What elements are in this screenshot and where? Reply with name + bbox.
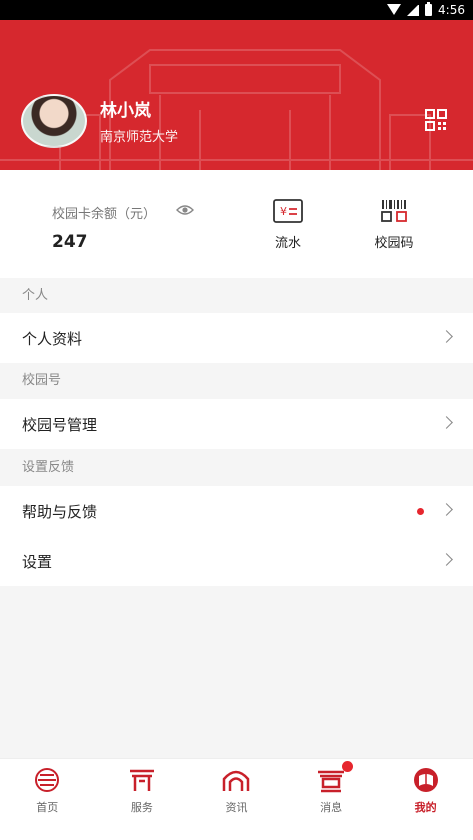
- news-icon: [223, 770, 250, 791]
- shortcut-label: 流水: [274, 236, 301, 251]
- profile-info-row[interactable]: 个人资料: [0, 313, 473, 363]
- home-icon: [35, 768, 60, 792]
- shortcut-label: 校园码: [374, 236, 414, 251]
- battery-icon: [425, 2, 433, 16]
- svg-text:¥: ¥: [280, 205, 287, 218]
- barcode-icon: [381, 200, 407, 222]
- bill-icon: ¥: [273, 199, 303, 223]
- nav-label: 资讯: [225, 801, 248, 814]
- chevron-right-icon: [440, 416, 453, 429]
- row-label: 设置: [22, 552, 53, 571]
- nav-news[interactable]: 资讯: [189, 759, 284, 840]
- nav-label: 服务: [130, 801, 153, 814]
- section-title-campus: 校园号: [0, 363, 473, 398]
- status-bar: 4:56: [0, 0, 473, 20]
- nav-label: 消息: [320, 801, 343, 814]
- avatar[interactable]: [21, 94, 87, 148]
- notification-dot: [417, 508, 424, 515]
- service-icon: [129, 769, 154, 791]
- message-icon: [318, 770, 345, 793]
- transactions-button[interactable]: ¥ 流水: [258, 198, 318, 251]
- nav-profile[interactable]: 我的: [378, 759, 473, 840]
- chevron-right-icon: [440, 330, 453, 343]
- qr-code-icon[interactable]: [424, 108, 448, 132]
- row-label: 个人资料: [22, 329, 83, 348]
- nav-label: 我的: [414, 801, 437, 814]
- profile-icon: [413, 768, 438, 792]
- status-time: 4:56: [438, 3, 465, 17]
- user-school: 南京师范大学: [100, 130, 179, 145]
- balance-value: 247: [52, 232, 88, 252]
- campus-account-row[interactable]: 校园号管理: [0, 399, 473, 449]
- nav-label: 首页: [36, 801, 59, 814]
- help-feedback-row[interactable]: 帮助与反馈: [0, 486, 473, 536]
- bottom-nav: 首页 服务 资讯 消息 我的: [0, 758, 473, 840]
- balance-label: 校园卡余额（元）: [52, 207, 157, 222]
- unread-badge: [341, 761, 353, 772]
- nav-home[interactable]: 首页: [0, 759, 95, 840]
- wifi-icon: [387, 4, 402, 16]
- nav-message[interactable]: 消息: [284, 759, 379, 840]
- nav-service[interactable]: 服务: [95, 759, 190, 840]
- campus-code-button[interactable]: 校园码: [364, 198, 424, 251]
- signal-icon: [407, 4, 420, 16]
- campus-gate-illustration: [0, 49, 473, 170]
- settings-row[interactable]: 设置: [0, 536, 473, 586]
- section-title-settings: 设置反馈: [0, 450, 473, 485]
- profile-header: 林小岚 南京师范大学: [0, 20, 473, 170]
- row-label: 校园号管理: [22, 415, 98, 434]
- row-label: 帮助与反馈: [22, 502, 98, 521]
- campus-card-panel: 校园卡余额（元） 247 ¥ 流水 校园码: [0, 170, 473, 278]
- chevron-right-icon: [440, 503, 453, 516]
- eye-icon[interactable]: [176, 204, 194, 216]
- section-title-personal: 个人: [0, 278, 473, 313]
- chevron-right-icon: [440, 553, 453, 566]
- user-name: 林小岚: [100, 101, 151, 121]
